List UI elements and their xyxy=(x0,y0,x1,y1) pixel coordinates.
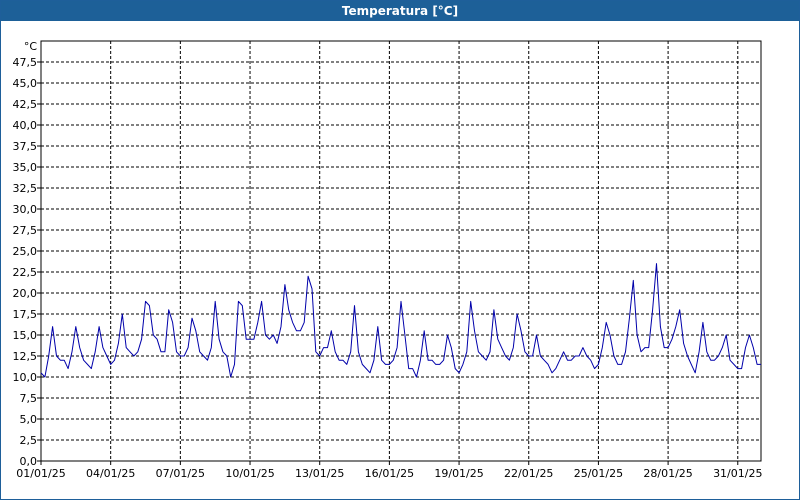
y-tick-label: 7,5 xyxy=(20,392,38,405)
x-tick-label: 25/01/25 xyxy=(574,467,623,480)
y-tick-label: 5,0 xyxy=(20,413,38,426)
x-tick-label: 31/01/25 xyxy=(713,467,762,480)
x-tick-label: 01/01/25 xyxy=(16,467,65,480)
y-axis-unit-label: °C xyxy=(24,40,38,53)
grid-layer xyxy=(41,41,761,461)
x-tick-label: 07/01/25 xyxy=(156,467,205,480)
y-tick-label: 12,5 xyxy=(13,350,38,363)
series-layer xyxy=(40,263,761,378)
y-tick-label: 35,0 xyxy=(13,161,38,174)
y-tick-label: 37,5 xyxy=(13,140,38,153)
x-tick-label: 19/01/25 xyxy=(434,467,483,480)
y-tick-label: 30,0 xyxy=(13,203,38,216)
x-tick-label: 28/01/25 xyxy=(643,467,692,480)
y-tick-label: 42,5 xyxy=(13,98,38,111)
y-tick-label: 20,0 xyxy=(13,287,38,300)
chart-title: Temperatura [°C] xyxy=(1,1,799,21)
y-tick-label: 27,5 xyxy=(13,224,38,237)
y-tick-label: 40,0 xyxy=(13,119,38,132)
y-tick-label: 2,5 xyxy=(20,434,38,447)
temperature-series-line xyxy=(40,263,761,378)
y-tick-label: 47,5 xyxy=(13,56,38,69)
y-tick-label: 17,5 xyxy=(13,308,38,321)
y-tick-label: 45,0 xyxy=(13,77,38,90)
x-tick-label: 13/01/25 xyxy=(295,467,344,480)
y-tick-label: 25,0 xyxy=(13,245,38,258)
x-tick-label: 04/01/25 xyxy=(86,467,135,480)
x-tick-label: 10/01/25 xyxy=(225,467,274,480)
x-tick-label: 16/01/25 xyxy=(365,467,414,480)
y-tick-label: 10,0 xyxy=(13,371,38,384)
temperature-chart: 0,02,55,07,510,012,515,017,520,022,525,0… xyxy=(13,40,763,480)
y-tick-label: 32,5 xyxy=(13,182,38,195)
y-tick-label: 15,0 xyxy=(13,329,38,342)
tick-layer: 0,02,55,07,510,012,515,017,520,022,525,0… xyxy=(13,56,763,480)
x-tick-label: 22/01/25 xyxy=(504,467,553,480)
y-tick-label: 22,5 xyxy=(13,266,38,279)
